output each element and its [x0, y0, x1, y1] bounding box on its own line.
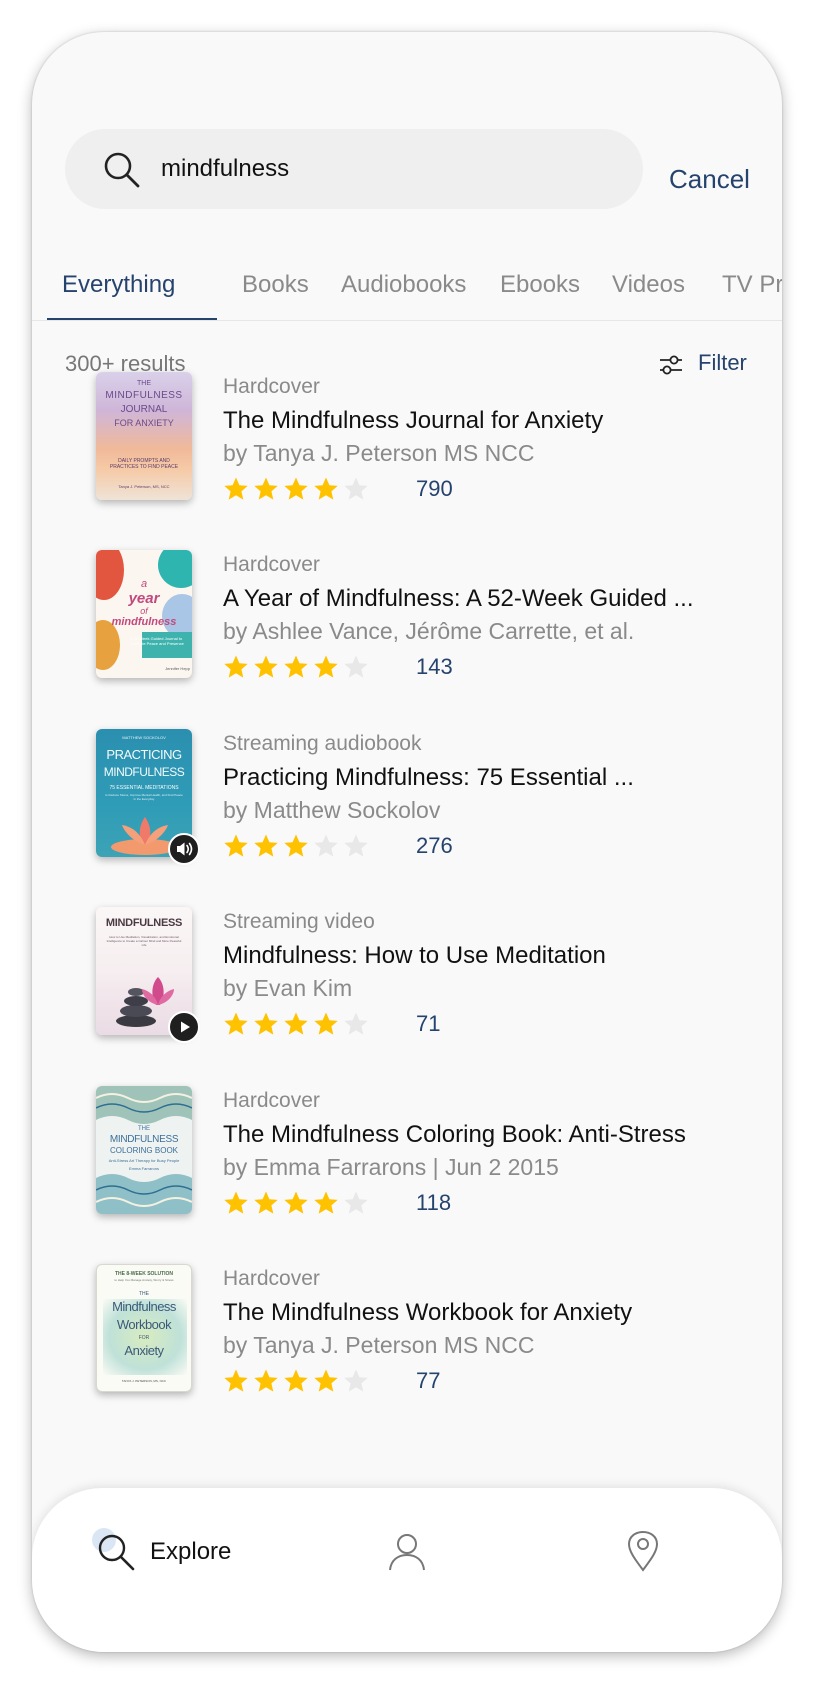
item-author: by Matthew Sockolov	[223, 797, 441, 823]
star-empty-icon	[344, 834, 368, 857]
item-author: by Emma Farrarons | Jun 2 2015	[223, 1154, 559, 1180]
play-icon	[181, 1021, 190, 1033]
star-empty-icon	[344, 477, 368, 500]
item-format: Hardcover	[223, 553, 320, 576]
book-cover: a year of mindfulness A 52-Week Guided J…	[96, 550, 192, 678]
bottom-nav: Explore	[32, 1488, 782, 1652]
search-icon	[98, 1534, 135, 1571]
star-filled-icon	[254, 834, 278, 857]
item-title: The Mindfulness Journal for Anxiety	[223, 407, 604, 434]
item-format: Hardcover	[223, 375, 320, 398]
star-filled-icon	[254, 1191, 278, 1214]
star-filled-icon	[314, 1012, 338, 1035]
list-item[interactable]: THE 8-WEEK SOLUTION to Help You Manage A…	[32, 1264, 782, 1414]
item-author: by Evan Kim	[223, 975, 353, 1001]
star-filled-icon	[224, 1369, 248, 1392]
cancel-button[interactable]: Cancel	[669, 164, 750, 194]
star-filled-icon	[254, 477, 278, 500]
star-empty-icon	[314, 834, 338, 857]
star-filled-icon	[224, 834, 248, 857]
item-format: Hardcover	[223, 1267, 320, 1290]
search-input[interactable]: mindfulness	[65, 129, 643, 209]
item-author: by Ashlee Vance, Jérôme Carrette, et al.	[223, 618, 635, 644]
star-empty-icon	[344, 1012, 368, 1035]
item-title: Mindfulness: How to Use Meditation	[223, 942, 606, 969]
list-item[interactable]: THE MINDFULNESS JOURNAL FOR ANXIETY DAIL…	[32, 372, 782, 522]
item-format: Streaming audiobook	[223, 732, 422, 755]
rating-count: 143	[416, 654, 453, 679]
phone-screen: mindfulness Cancel Everything Books Audi…	[32, 32, 782, 1652]
star-filled-icon	[284, 655, 308, 678]
list-item[interactable]: MATTHEW SOCKOLOV PRACTICING MINDFULNESS …	[32, 729, 782, 879]
tab-tv-programs[interactable]: TV Pro	[722, 270, 782, 300]
star-filled-icon	[284, 834, 308, 857]
star-filled-icon	[254, 1369, 278, 1392]
rating-count: 71	[416, 1011, 441, 1036]
location-pin-icon[interactable]	[626, 1530, 660, 1572]
star-empty-icon	[344, 1191, 368, 1214]
star-filled-icon	[314, 1369, 338, 1392]
book-cover: THE MINDFULNESS COLORING BOOK Anti-Stres…	[96, 1086, 192, 1214]
list-item[interactable]: a year of mindfulness A 52-Week Guided J…	[32, 550, 782, 700]
nav-explore[interactable]: Explore	[92, 1528, 272, 1578]
tab-everything[interactable]: Everything	[62, 270, 175, 300]
list-item[interactable]: THE MINDFULNESS COLORING BOOK Anti-Stres…	[32, 1086, 782, 1236]
rating-count: 276	[416, 833, 453, 858]
star-filled-icon	[284, 1012, 308, 1035]
star-empty-icon	[344, 1369, 368, 1392]
tab-books[interactable]: Books	[242, 270, 309, 300]
search-query: mindfulness	[161, 155, 290, 182]
list-item[interactable]: MINDFULNESS How to Use Meditation, Visua…	[32, 907, 782, 1057]
item-author: by Tanya J. Peterson MS NCC	[223, 440, 535, 466]
rating-count: 77	[416, 1368, 441, 1393]
book-cover: THE MINDFULNESS JOURNAL FOR ANXIETY DAIL…	[96, 372, 192, 500]
tab-ebooks[interactable]: Ebooks	[500, 270, 580, 300]
book-cover: THE 8-WEEK SOLUTION to Help You Manage A…	[96, 1264, 192, 1392]
profile-icon[interactable]	[387, 1532, 427, 1572]
audio-badge	[168, 833, 200, 865]
star-filled-icon	[254, 655, 278, 678]
star-filled-icon	[314, 655, 338, 678]
star-filled-icon	[224, 477, 248, 500]
item-author: by Tanya J. Peterson MS NCC	[223, 1332, 535, 1358]
star-filled-icon	[224, 1012, 248, 1035]
star-filled-icon	[284, 477, 308, 500]
item-title: A Year of Mindfulness: A 52-Week Guided …	[223, 585, 694, 612]
star-filled-icon	[224, 655, 248, 678]
item-format: Hardcover	[223, 1089, 320, 1112]
star-filled-icon	[314, 1191, 338, 1214]
item-title: The Mindfulness Workbook for Anxiety	[223, 1299, 633, 1326]
star-filled-icon	[224, 1191, 248, 1214]
video-badge	[168, 1011, 200, 1043]
rating-count: 790	[416, 476, 453, 501]
star-filled-icon	[284, 1369, 308, 1392]
star-empty-icon	[344, 655, 368, 678]
tab-audiobooks[interactable]: Audiobooks	[341, 270, 466, 300]
item-format: Streaming video	[223, 910, 375, 933]
speaker-icon	[177, 842, 193, 856]
active-tab-indicator	[47, 318, 217, 320]
star-filled-icon	[314, 477, 338, 500]
rating-count: 118	[416, 1190, 452, 1215]
star-filled-icon	[254, 1012, 278, 1035]
star-filled-icon	[284, 1191, 308, 1214]
tab-videos[interactable]: Videos	[612, 270, 685, 300]
category-tabs: Everything Books Audiobooks Ebooks Video…	[32, 242, 782, 321]
search-icon	[104, 152, 140, 188]
nav-explore-label: Explore	[150, 1538, 232, 1565]
item-title: The Mindfulness Coloring Book: Anti-Stre…	[223, 1121, 686, 1148]
item-title: Practicing Mindfulness: 75 Essential ...	[223, 764, 634, 791]
